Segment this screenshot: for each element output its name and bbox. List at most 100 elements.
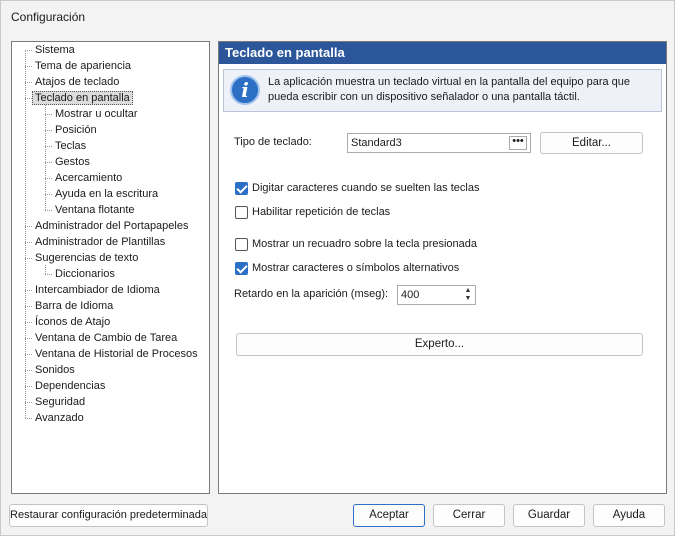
tree-item-label: Sistema <box>35 44 75 56</box>
tree-connector <box>25 418 32 419</box>
settings-window: Configuración Sistema Tema de apariencia A… <box>0 0 675 536</box>
close-button[interactable]: Cerrar <box>433 504 505 527</box>
tree-item[interactable]: Ventana de Historial de Procesos <box>35 347 198 362</box>
tree-item-label: Teclas <box>55 140 87 152</box>
checkbox-label: Mostrar un recuadro sobre la tecla presi… <box>252 238 478 250</box>
tree-item-label: Teclado en pantalla <box>32 91 133 105</box>
tree-item-label: Ventana de Historial de Procesos <box>35 348 198 360</box>
save-button[interactable]: Guardar <box>513 504 585 527</box>
settings-tree[interactable]: Sistema Tema de apariencia Atajos de tecla… <box>11 41 210 494</box>
tree-item-label: Sugerencias de texto <box>35 252 139 264</box>
expert-button[interactable]: Experto... <box>236 333 643 356</box>
tree-item[interactable]: Ventana flotante <box>55 203 135 218</box>
tree-item[interactable]: Ventana de Cambio de Tarea <box>35 331 177 346</box>
tree-item[interactable]: Barra de Idioma <box>35 299 113 314</box>
checkbox-label: Digitar caracteres cuando se suelten las… <box>252 182 480 194</box>
tree-item-label: Íconos de Atajo <box>35 316 111 328</box>
spin-up-icon[interactable]: ▲ <box>462 287 474 295</box>
tree-item-label: Ventana de Cambio de Tarea <box>35 332 178 344</box>
tree-item-label: Atajos de teclado <box>35 76 120 88</box>
tree-item-label: Acercamiento <box>55 172 123 184</box>
tree-connector <box>25 370 32 371</box>
tree-item[interactable]: Administrador de Plantillas <box>35 235 165 250</box>
restore-defaults-button[interactable]: Restaurar configuración predeterminada <box>9 504 208 527</box>
tree-item[interactable]: Sonidos <box>35 363 75 378</box>
tree-connector <box>45 194 52 195</box>
keyboard-type-value: Standard3 <box>351 137 402 149</box>
tree-connector <box>25 226 32 227</box>
tree-item[interactable]: Tema de apariencia <box>35 59 131 74</box>
tree-connector <box>45 114 52 115</box>
checkbox-type-on-release[interactable] <box>235 182 248 195</box>
tree-connector <box>25 82 32 83</box>
checkbox-key-repeat[interactable] <box>235 206 248 219</box>
keyboard-type-field[interactable]: Standard3 ••• <box>347 133 531 153</box>
spin-down-icon[interactable]: ▼ <box>462 295 474 303</box>
tree-item[interactable]: Teclas <box>55 139 86 154</box>
checkbox-key-box[interactable] <box>235 238 248 251</box>
tree-item[interactable]: Ayuda en la escritura <box>55 187 158 202</box>
tree-item[interactable]: Gestos <box>55 155 90 170</box>
delay-value: 400 <box>401 289 420 301</box>
tree-item[interactable]: Dependencias <box>35 379 105 394</box>
tree-item-label: Ventana flotante <box>55 204 135 216</box>
tree-item-label: Gestos <box>55 156 90 168</box>
tree-item[interactable]: Posición <box>55 123 97 138</box>
tree-item[interactable]: Sugerencias de texto <box>35 251 138 266</box>
tree-item-label: Tema de apariencia <box>35 60 132 72</box>
tree-connector <box>25 50 26 418</box>
help-button[interactable]: Ayuda <box>593 504 665 527</box>
tree-connector <box>25 242 32 243</box>
tree-item[interactable]: Atajos de teclado <box>35 75 119 90</box>
tree-connector <box>25 50 32 51</box>
tree-connector <box>25 402 32 403</box>
tree-item-label: Dependencias <box>35 380 106 392</box>
tree-item[interactable]: Intercambiador de Idioma <box>35 283 160 298</box>
tree-connector <box>45 265 46 274</box>
tree-item[interactable]: Avanzado <box>35 411 84 426</box>
info-box: i La aplicación muestra un teclado virtu… <box>223 69 662 112</box>
tree-item[interactable]: Mostrar u ocultar <box>55 107 138 122</box>
tree-item[interactable]: Acercamiento <box>55 171 122 186</box>
tree-item-label: Diccionarios <box>55 268 115 280</box>
tree-item-label: Ayuda en la escritura <box>55 188 159 200</box>
tree-connector <box>45 105 46 210</box>
tree-connector <box>25 354 32 355</box>
tree-item-label: Administrador de Plantillas <box>35 236 166 248</box>
checkbox-alt-chars[interactable] <box>235 262 248 275</box>
tree-connector <box>45 274 52 275</box>
tree-item[interactable]: Diccionarios <box>55 267 115 282</box>
tree-connector <box>45 162 52 163</box>
tree-item-label: Sonidos <box>35 364 75 376</box>
tree-item[interactable]: Seguridad <box>35 395 85 410</box>
tree-connector <box>25 66 32 67</box>
checkbox-label: Habilitar repetición de teclas <box>252 206 391 218</box>
tree-item[interactable]: Sistema <box>35 43 75 58</box>
window-title: Configuración <box>11 10 86 24</box>
delay-label: Retardo en la aparición (mseg): <box>234 288 389 300</box>
tree-item-label: Mostrar u ocultar <box>55 108 138 120</box>
tree-item-label: Seguridad <box>35 396 86 408</box>
checkbox-label: Mostrar caracteres o símbolos alternativ… <box>252 262 460 274</box>
accept-button[interactable]: Aceptar <box>353 504 425 527</box>
tree-item-label: Posición <box>55 124 97 136</box>
tree-item[interactable]: Teclado en pantalla <box>32 91 133 106</box>
tree-connector <box>45 210 52 211</box>
delay-spinner[interactable]: 400 ▲ ▼ <box>397 285 476 305</box>
info-icon: i <box>230 75 260 105</box>
tree-connector <box>25 98 32 99</box>
tree-item[interactable]: Administrador del Portapapeles <box>35 219 188 234</box>
tree-connector <box>25 258 32 259</box>
settings-panel: Teclado en pantalla i La aplicación mues… <box>218 41 667 494</box>
panel-header: Teclado en pantalla <box>219 42 666 64</box>
tree-connector <box>25 306 32 307</box>
tree-connector <box>25 322 32 323</box>
keyboard-type-label: Tipo de teclado: <box>234 136 312 148</box>
tree-item[interactable]: Íconos de Atajo <box>35 315 110 330</box>
tree-connector <box>25 290 32 291</box>
tree-connector <box>25 338 32 339</box>
tree-item-label: Avanzado <box>35 412 84 424</box>
tree-connector <box>45 178 52 179</box>
edit-button[interactable]: Editar... <box>540 132 643 154</box>
browse-button[interactable]: ••• <box>509 136 527 150</box>
